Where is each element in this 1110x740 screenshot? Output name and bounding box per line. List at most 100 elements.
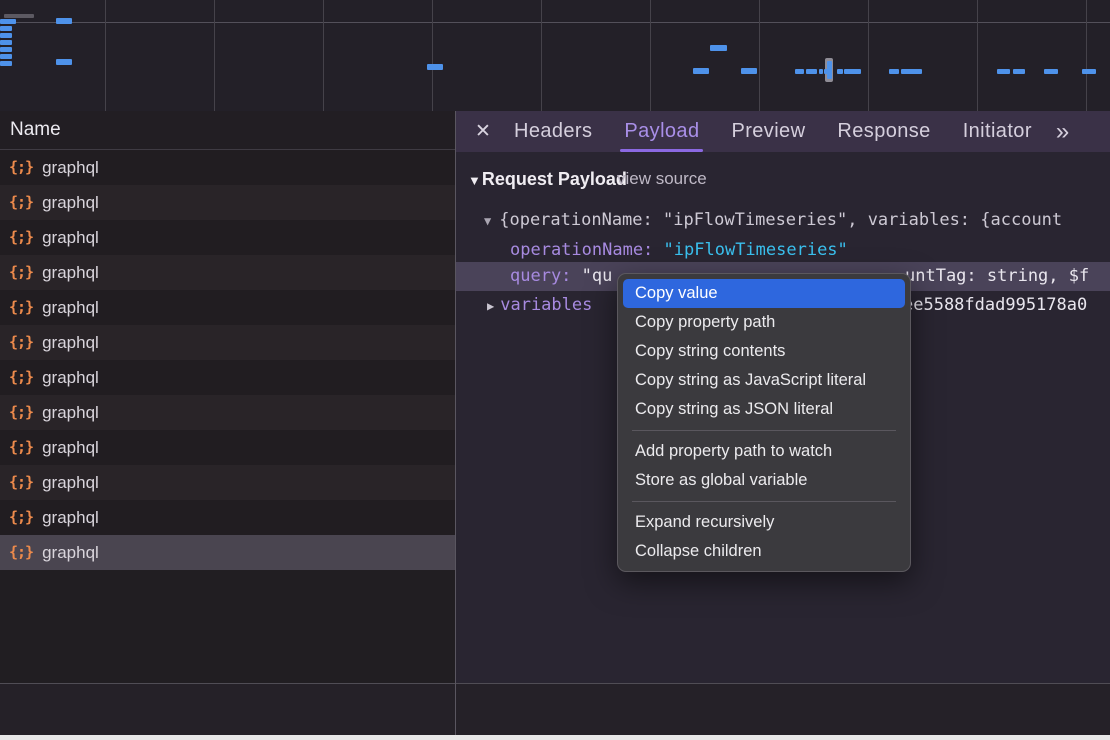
network-overview-timeline[interactable] (0, 0, 1110, 112)
overview-gridline (214, 0, 215, 111)
request-name: graphql (42, 290, 99, 325)
requests-panel: Name {;}graphql{;}graphql{;}graphql{;}gr… (0, 111, 455, 684)
request-name: graphql (42, 500, 99, 535)
request-list: {;} graphql {;} graphql {;} graphql {;} graphql… (0, 150, 455, 570)
json-icon: {;} (9, 360, 33, 395)
overview-gridline (323, 0, 324, 111)
request-row[interactable]: {;} graphql (0, 255, 455, 290)
request-row[interactable]: {;} graphql (0, 500, 455, 535)
json-icon: {;} (9, 220, 33, 255)
property-key: operationName: (510, 240, 653, 260)
tab-headers[interactable]: Headers (498, 111, 608, 152)
context-menu: Copy valueCopy property pathCopy string … (617, 273, 911, 572)
waterfall-bar (997, 69, 1010, 74)
panel-divider-handle[interactable] (455, 111, 456, 735)
menu-item-copy-value[interactable]: Copy value (623, 279, 905, 308)
overview-gridline (650, 0, 651, 111)
waterfall-bar (0, 40, 12, 45)
overview-gridline (541, 0, 542, 111)
tab-preview[interactable]: Preview (715, 111, 821, 152)
request-name: graphql (42, 535, 99, 570)
menu-item-copy-string-as-javascript-literal[interactable]: Copy string as JavaScript literal (623, 366, 905, 395)
expand-triangle-icon[interactable]: ▶ (487, 299, 494, 313)
request-name: graphql (42, 220, 99, 255)
property-value: "qu (582, 266, 613, 286)
menu-separator (632, 430, 896, 431)
request-name: graphql (42, 255, 99, 290)
request-name: graphql (42, 395, 99, 430)
table-footer-separator (0, 683, 1110, 684)
waterfall-bar (56, 18, 72, 24)
request-row[interactable]: {;}graphql (0, 290, 455, 325)
window-bottom-edge (0, 735, 1110, 740)
request-row[interactable]: {;} graphql (0, 535, 455, 570)
waterfall-bar (827, 61, 832, 79)
json-icon: {;} (9, 395, 33, 430)
waterfall-bar (427, 64, 443, 70)
tab-payload[interactable]: Payload (608, 111, 715, 152)
overview-gridline (977, 0, 978, 111)
json-icon: {;} (9, 465, 33, 500)
waterfall-bar (0, 33, 12, 38)
waterfall-bar (1013, 69, 1025, 74)
waterfall-bar (0, 47, 12, 52)
request-row[interactable]: {;} graphql (0, 360, 455, 395)
tab-initiator[interactable]: Initiator (947, 111, 1048, 152)
request-row[interactable]: {;} graphql (0, 220, 455, 255)
menu-item-add-property-path-to-watch[interactable]: Add property path to watch (623, 437, 905, 466)
view-source-link[interactable]: view source (617, 166, 707, 192)
tab-response[interactable]: Response (821, 111, 946, 152)
payload-variables-text-tail: ee5588fdad995178a0 (903, 291, 1087, 320)
json-icon: {;} (9, 255, 33, 290)
menu-item-copy-string-as-json-literal[interactable]: Copy string as JSON literal (623, 395, 905, 424)
request-row[interactable]: {;}graphql (0, 185, 455, 220)
waterfall-bar (4, 14, 34, 18)
waterfall-bar (795, 69, 804, 74)
details-tab-bar: ✕ HeadersPayloadPreviewResponseInitiator… (456, 111, 1110, 152)
disclosure-triangle-icon[interactable]: ▼ (484, 214, 491, 228)
waterfall-bar (0, 61, 12, 66)
payload-row-variables[interactable]: ▶variables (487, 291, 592, 320)
waterfall-bar (819, 69, 823, 74)
request-row[interactable]: {;} graphql (0, 395, 455, 430)
request-row[interactable]: {;}graphql (0, 325, 455, 360)
menu-item-copy-string-contents[interactable]: Copy string contents (623, 337, 905, 366)
devtools-network-panel: Name {;}graphql{;}graphql{;}graphql{;}gr… (0, 0, 1110, 740)
menu-separator (632, 501, 896, 502)
waterfall-bar (1044, 69, 1058, 74)
request-row[interactable]: {;}graphql (0, 150, 455, 185)
waterfall-bar (0, 26, 12, 31)
menu-item-collapse-children[interactable]: Collapse children (623, 537, 905, 566)
property-key: query: (510, 266, 571, 286)
waterfall-bar (741, 68, 757, 74)
request-payload-title: Request Payload (482, 169, 627, 189)
overview-gridline (105, 0, 106, 111)
menu-item-expand-recursively[interactable]: Expand recursively (623, 508, 905, 537)
request-payload-section[interactable]: ▼Request Payload (468, 166, 627, 192)
menu-item-store-as-global-variable[interactable]: Store as global variable (623, 466, 905, 495)
request-row[interactable]: {;} graphql (0, 465, 455, 500)
payload-row-operationname[interactable]: operationName: "ipFlowTimeseries" (510, 237, 848, 263)
payload-preview-text: {operationName: "ipFlowTimeseries", vari… (499, 210, 1062, 230)
overview-gridline (868, 0, 869, 111)
waterfall-bar (710, 45, 727, 51)
waterfall-bar (806, 69, 817, 74)
waterfall-bar (837, 69, 843, 74)
request-name: graphql (42, 465, 99, 500)
request-name: graphql (42, 360, 99, 395)
json-icon: {;} (9, 500, 33, 535)
menu-item-copy-property-path[interactable]: Copy property path (623, 308, 905, 337)
request-row[interactable]: {;}graphql (0, 430, 455, 465)
overview-gridline (432, 0, 433, 111)
overview-horizontal-gridline (0, 22, 1110, 23)
disclosure-triangle-icon[interactable]: ▼ (468, 173, 481, 188)
overflow-tabs-icon[interactable]: » (1056, 118, 1069, 146)
json-icon: {;} (9, 150, 33, 185)
name-column-header[interactable]: Name (0, 111, 455, 150)
request-name: graphql (42, 325, 99, 360)
json-icon: {;} (9, 535, 33, 570)
close-icon[interactable]: ✕ (468, 120, 498, 143)
request-name: graphql (42, 430, 99, 465)
payload-preview-line[interactable]: ▼ {operationName: "ipFlowTimeseries", var… (484, 207, 1062, 233)
payload-row-query[interactable]: query: "qu (510, 262, 612, 291)
